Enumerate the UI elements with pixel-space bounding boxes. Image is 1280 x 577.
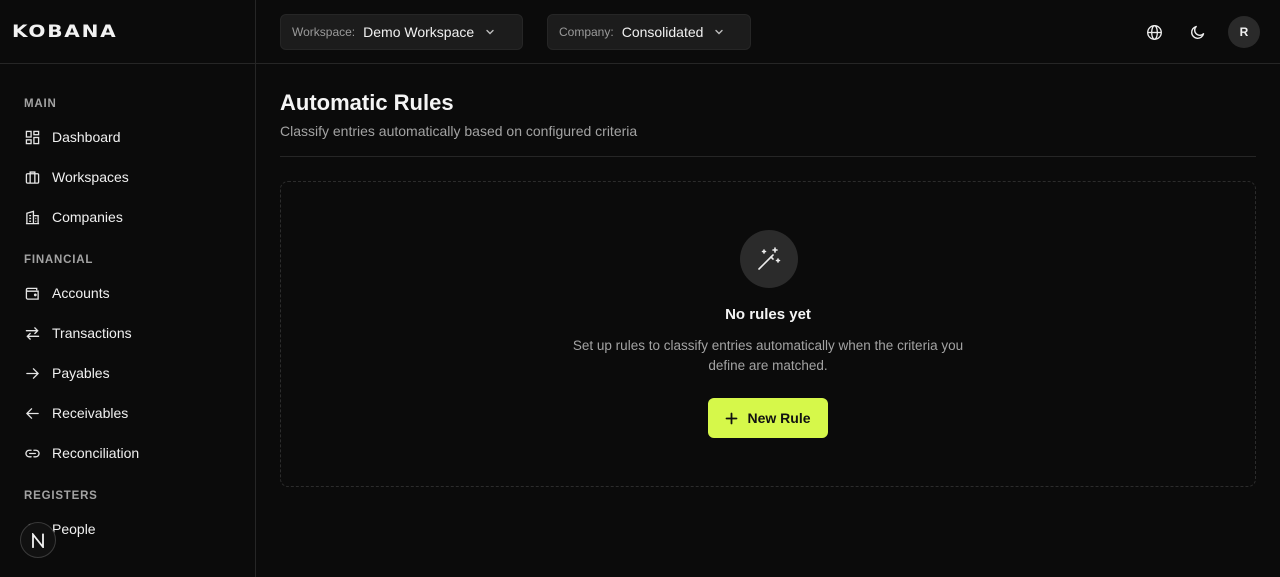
sidebar-item-reconciliation[interactable]: Reconciliation	[0, 433, 255, 473]
empty-state-panel: No rules yet Set up rules to classify en…	[280, 181, 1256, 487]
logo-bar: KOBANA	[0, 0, 255, 64]
new-rule-button-label: New Rule	[747, 410, 811, 426]
brand-logo[interactable]: KOBANA	[12, 22, 117, 42]
company-selector-value: Consolidated	[621, 24, 704, 40]
theme-toggle-button[interactable]	[1182, 16, 1214, 48]
sidebar-nav: MAIN Dashboard Workspaces Companies FINA…	[0, 64, 255, 549]
sidebar-item-label: Companies	[52, 209, 123, 225]
globe-icon	[1146, 24, 1163, 41]
sidebar-item-label: People	[52, 521, 96, 537]
new-rule-button[interactable]: New Rule	[708, 398, 828, 438]
plus-icon	[725, 412, 738, 425]
link-icon	[24, 445, 40, 461]
page-title: Automatic Rules	[280, 90, 454, 115]
sidebar-item-label: Accounts	[52, 285, 110, 301]
sidebar-item-label: Dashboard	[52, 129, 121, 145]
chevron-down-icon	[484, 26, 496, 38]
company-selector-key: Company:	[559, 25, 614, 39]
arrow-right-icon	[24, 365, 40, 381]
sidebar-item-label: Workspaces	[52, 169, 129, 185]
briefcase-icon	[24, 169, 40, 185]
topbar: Workspace: Demo Workspace Company: Conso…	[256, 0, 1280, 64]
workspace-selector[interactable]: Workspace: Demo Workspace	[280, 14, 523, 50]
moon-icon	[1190, 24, 1206, 40]
workspace-selector-value: Demo Workspace	[363, 24, 475, 40]
page-subtitle: Classify entries automatically based on …	[280, 123, 638, 139]
avatar[interactable]: R	[1228, 16, 1260, 48]
language-button[interactable]	[1138, 16, 1170, 48]
magic-wand-icon	[740, 230, 798, 288]
company-selector[interactable]: Company: Consolidated	[547, 14, 751, 50]
sidebar-item-companies[interactable]: Companies	[0, 197, 255, 237]
empty-state-title: No rules yet	[725, 306, 811, 323]
building-icon	[24, 209, 40, 225]
sidebar-item-payables[interactable]: Payables	[0, 353, 255, 393]
section-title-main: MAIN	[24, 98, 57, 110]
sidebar-item-label: Reconciliation	[52, 445, 140, 461]
sidebar-item-transactions[interactable]: Transactions	[0, 313, 255, 353]
sidebar-item-label: Receivables	[52, 405, 129, 421]
workspace-selector-key: Workspace:	[292, 25, 356, 39]
chevron-down-icon	[713, 26, 725, 38]
section-title-registers: REGISTERS	[24, 490, 98, 502]
arrow-left-icon	[24, 405, 40, 421]
sidebar-item-receivables[interactable]: Receivables	[0, 393, 255, 433]
empty-state-description: Set up rules to classify entries automat…	[572, 338, 964, 373]
wallet-icon	[24, 285, 40, 301]
section-title-financial: FINANCIAL	[24, 254, 94, 266]
sidebar-item-accounts[interactable]: Accounts	[0, 273, 255, 313]
sidebar: KOBANA MAIN Dashboard Workspaces Compani…	[0, 0, 256, 577]
sidebar-item-dashboard[interactable]: Dashboard	[0, 117, 255, 157]
dashboard-icon	[24, 129, 40, 145]
sidebar-item-label: Transactions	[52, 325, 132, 341]
sidebar-item-workspaces[interactable]: Workspaces	[0, 157, 255, 197]
n-logo-badge-icon[interactable]	[20, 522, 56, 558]
sidebar-item-label: Payables	[52, 365, 110, 381]
header-divider	[280, 156, 1256, 157]
arrows-swap-icon	[24, 325, 40, 341]
